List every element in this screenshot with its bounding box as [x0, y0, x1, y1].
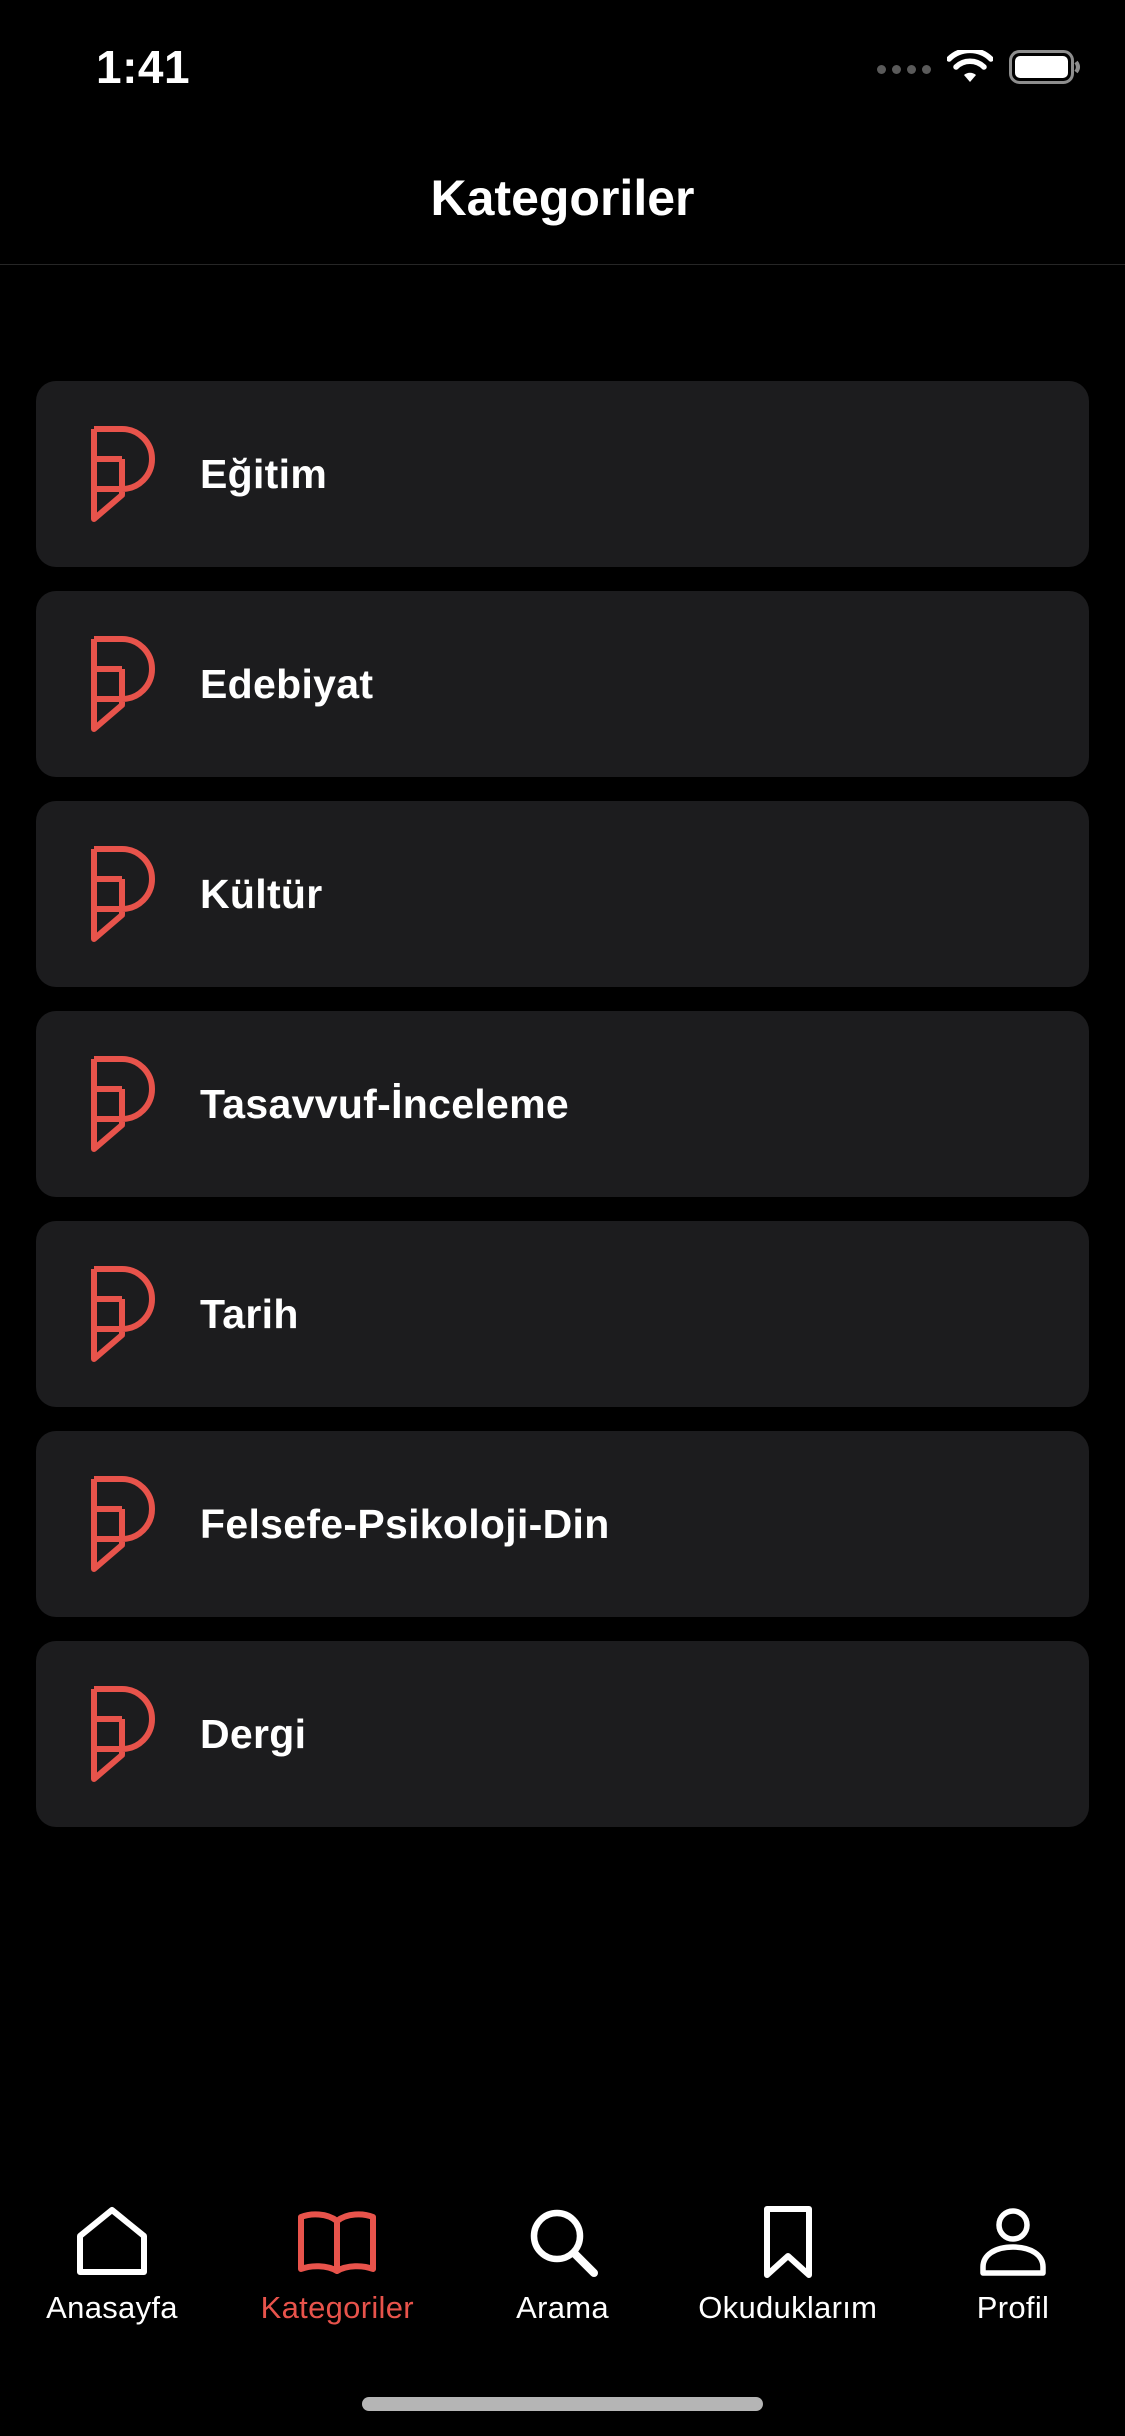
- category-label: Felsefe-Psikoloji-Din: [200, 1500, 610, 1547]
- category-label: Kültür: [200, 870, 323, 917]
- book-icon: [295, 2200, 379, 2284]
- tab-label: Kategoriler: [260, 2290, 414, 2325]
- status-time: 1:41: [96, 41, 191, 93]
- cellular-signal-icon: [877, 65, 931, 74]
- category-item-felsefe-psikoloji-din[interactable]: Felsefe-Psikoloji-Din: [36, 1431, 1089, 1617]
- tab-arama[interactable]: Arama: [463, 2190, 663, 2340]
- brand-logo-icon: [88, 635, 160, 733]
- wifi-icon: [946, 47, 994, 89]
- tab-label: Anasayfa: [46, 2290, 178, 2325]
- status-bar: 1:41: [0, 0, 1125, 132]
- brand-logo-icon: [88, 425, 160, 523]
- bookmark-icon: [746, 2200, 830, 2284]
- brand-logo-icon: [88, 1055, 160, 1153]
- home-icon: [70, 2200, 154, 2284]
- battery-icon: [1009, 50, 1081, 89]
- tab-label: Profil: [976, 2290, 1050, 2325]
- home-indicator[interactable]: [362, 2397, 763, 2411]
- search-icon: [521, 2200, 605, 2284]
- category-list: Eğitim Edebiyat Kültür Tasavvuf-İnceleme…: [36, 381, 1089, 1851]
- tab-label: Arama: [516, 2290, 609, 2325]
- nav-header: Kategoriler: [0, 132, 1125, 265]
- brand-logo-icon: [88, 1685, 160, 1783]
- person-icon: [971, 2200, 1055, 2284]
- category-item-edebiyat[interactable]: Edebiyat: [36, 591, 1089, 777]
- category-label: Eğitim: [200, 450, 328, 497]
- page-title: Kategoriler: [430, 170, 695, 226]
- brand-logo-icon: [88, 1475, 160, 1573]
- tab-anasayfa[interactable]: Anasayfa: [12, 2190, 212, 2340]
- category-label: Dergi: [200, 1710, 307, 1757]
- category-label: Edebiyat: [200, 660, 374, 707]
- tab-kategoriler[interactable]: Kategoriler: [237, 2190, 437, 2340]
- category-item-dergi[interactable]: Dergi: [36, 1641, 1089, 1827]
- brand-logo-icon: [88, 1265, 160, 1363]
- tab-okuduklarim[interactable]: Okuduklarım: [688, 2190, 888, 2340]
- category-item-kultur[interactable]: Kültür: [36, 801, 1089, 987]
- category-item-tarih[interactable]: Tarih: [36, 1221, 1089, 1407]
- status-indicators: [877, 47, 1081, 89]
- tab-profil[interactable]: Profil: [913, 2190, 1113, 2340]
- category-label: Tasavvuf-İnceleme: [200, 1080, 569, 1127]
- category-item-tasavvuf-inceleme[interactable]: Tasavvuf-İnceleme: [36, 1011, 1089, 1197]
- tab-label: Okuduklarım: [698, 2290, 878, 2325]
- category-item-egitim[interactable]: Eğitim: [36, 381, 1089, 567]
- brand-logo-icon: [88, 845, 160, 943]
- tab-bar: Anasayfa Kategoriler Arama Okuduklarım P…: [0, 2190, 1125, 2340]
- category-label: Tarih: [200, 1290, 299, 1337]
